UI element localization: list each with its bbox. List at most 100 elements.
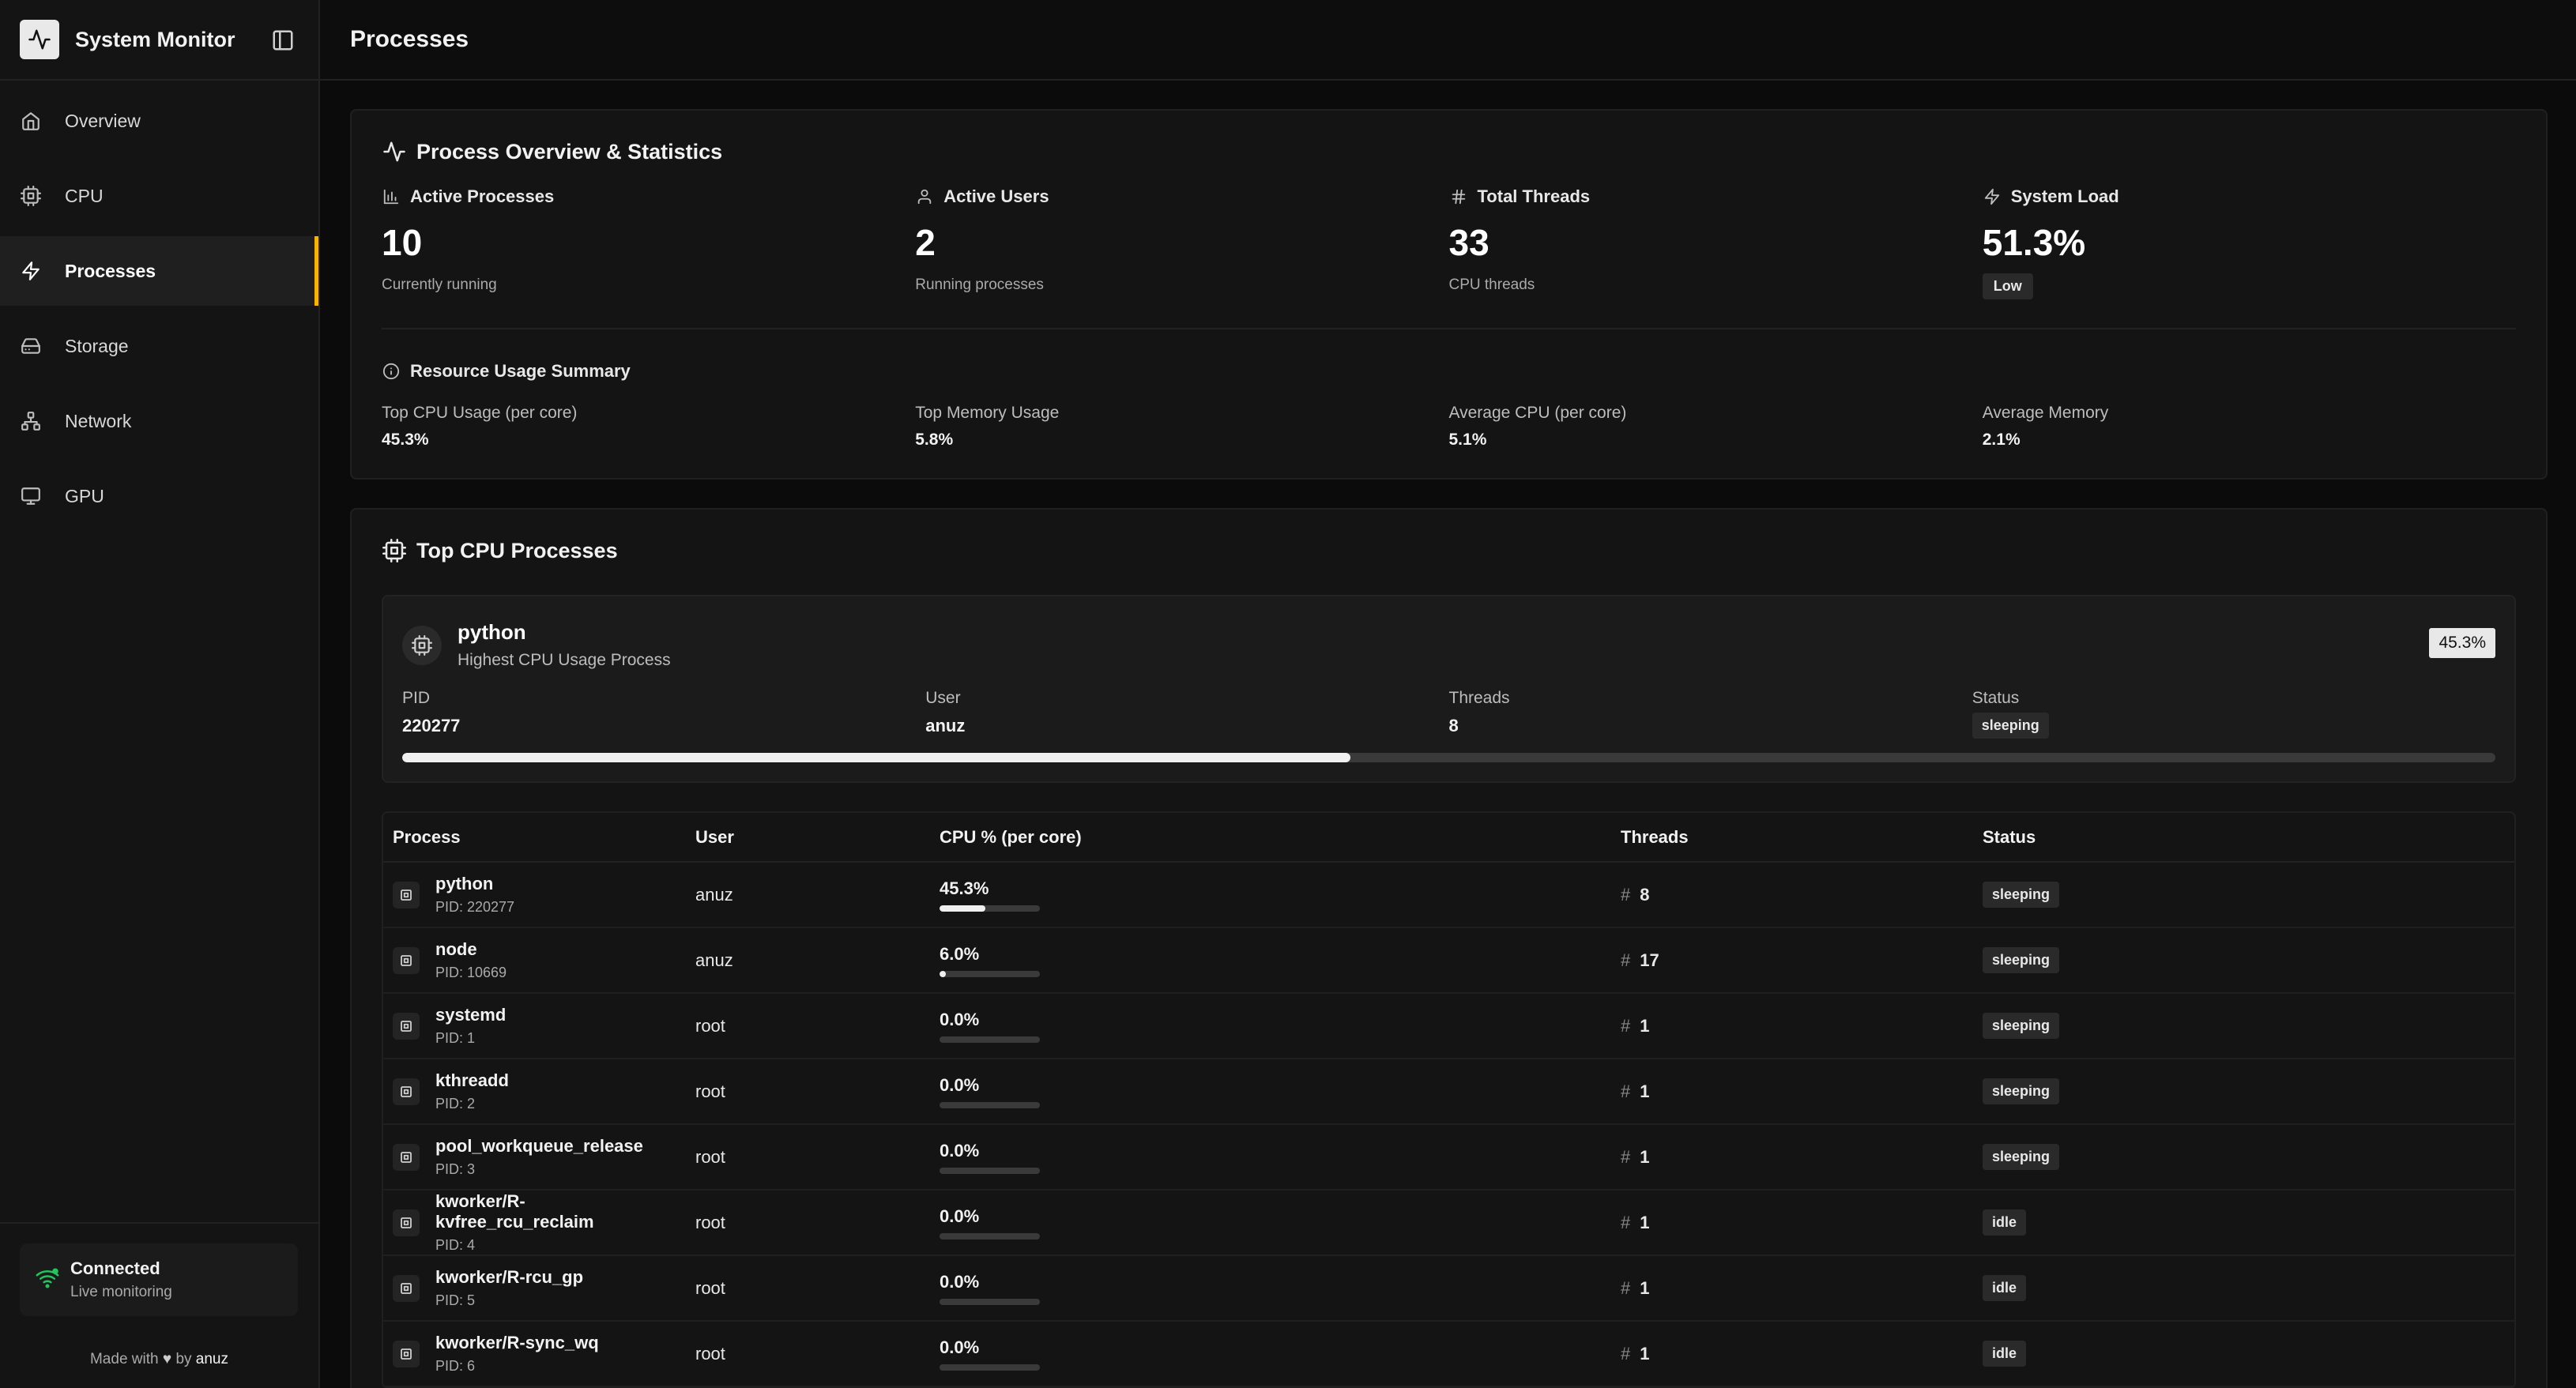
process-pid: PID: 4 [435, 1237, 476, 1253]
sidebar: System Monitor Overview CPU Processes St… [0, 0, 320, 1388]
cpu-icon [382, 538, 407, 563]
sidebar-item-cpu[interactable]: CPU [0, 161, 318, 231]
status-badge: sleeping [1972, 713, 2049, 739]
stat-sub: CPU threads [1448, 276, 1535, 293]
threads-cell: #1 [1611, 1124, 1973, 1191]
summary-value: 2.1% [1982, 431, 2021, 449]
process-pid: PID: 1 [435, 1030, 476, 1046]
status-cell: idle [1973, 1321, 2514, 1387]
top-process-cpu-badge: 45.3% [2429, 628, 2495, 658]
stat-label: Active Users [943, 186, 1049, 206]
status-badge: sleeping [1983, 1078, 2060, 1104]
threads-label: Threads [1448, 689, 1510, 707]
sidebar-item-storage[interactable]: Storage [0, 311, 318, 381]
user-cell: anuz [686, 862, 930, 928]
status-cell: idle [1973, 1190, 2514, 1256]
credit-author[interactable]: anuz [196, 1351, 228, 1367]
threads-value: 1 [1640, 1015, 1650, 1036]
made-with-credit: Made with ♥ by anuz [0, 1351, 318, 1368]
cpu-icon [393, 1078, 420, 1105]
sidebar-nav: Overview CPU Processes Storage Network G… [0, 86, 318, 531]
user-cell: root [686, 1255, 930, 1322]
user-value: anuz [925, 716, 966, 735]
cpu-bar-fill [940, 970, 946, 977]
connection-subtitle: Live monitoring [70, 1284, 172, 1300]
stat-value: 33 [1448, 222, 1489, 263]
table-row[interactable]: node PID: 10669 anuz 6.0% #17 sleeping [383, 927, 2514, 994]
status-badge: sleeping [1983, 1144, 2060, 1170]
pid-value: 220277 [402, 716, 461, 735]
cpu-cell: 0.0% [930, 1321, 1611, 1387]
stat-sub: Currently running [382, 276, 497, 293]
cpu-bar [940, 1167, 1040, 1174]
cpu-value: 0.0% [940, 1337, 980, 1357]
process-pid: PID: 220277 [435, 899, 515, 915]
sidebar-item-gpu[interactable]: GPU [0, 461, 318, 531]
sidebar-item-processes[interactable]: Processes [0, 236, 318, 306]
table-row[interactable]: systemd PID: 1 root 0.0% #1 sleeping [383, 993, 2514, 1059]
process-cell: kworker/R-sync_wq PID: 6 [383, 1321, 686, 1387]
status-badge: sleeping [1983, 1013, 2060, 1039]
stat-active-users: Active Users 2 Running processes [915, 186, 1448, 299]
column-header-threads[interactable]: Threads [1611, 813, 1973, 863]
sidebar-item-label: Network [65, 410, 132, 431]
cpu-icon [393, 881, 420, 908]
sidebar-item-network[interactable]: Network [0, 386, 318, 456]
stat-sub: Running processes [915, 276, 1044, 293]
load-badge: Low [1982, 273, 2033, 299]
table-row[interactable]: pool_workqueue_release PID: 3 root 0.0% #1 sl… [383, 1124, 2514, 1191]
threads-cell: #1 [1611, 1321, 1973, 1387]
cpu-bar [940, 1232, 1040, 1239]
cpu-icon [393, 1143, 420, 1171]
activity-icon [382, 139, 407, 164]
resource-summary: Top CPU Usage (per core) 45.3% Top Memor… [382, 404, 2516, 450]
user-cell: root [686, 1124, 930, 1191]
heart-icon: ♥ [162, 1351, 172, 1367]
sidebar-item-label: Processes [65, 260, 156, 281]
process-cell: kworker/R-rcu_gp PID: 5 [383, 1255, 686, 1322]
column-header-cpu[interactable]: CPU % (per core) [930, 813, 1611, 863]
table-row[interactable]: kthreadd PID: 2 root 0.0% #1 sleeping [383, 1059, 2514, 1125]
top-cpu-card: Top CPU Processes python Highest CPU Usa… [350, 508, 2548, 1388]
threads-cell: #17 [1611, 927, 1973, 994]
sidebar-footer: Connected Live monitoring Made with ♥ by… [0, 1222, 318, 1388]
process-pid: PID: 2 [435, 1096, 476, 1112]
cpu-value: 0.0% [940, 1009, 980, 1029]
zap-icon [1983, 187, 2002, 206]
status-cell: sleeping [1973, 862, 2514, 928]
top-process-name: python [458, 620, 526, 644]
cpu-value: 0.0% [940, 1074, 980, 1095]
cpu-icon [20, 185, 42, 207]
column-header-status[interactable]: Status [1973, 813, 2514, 863]
sidebar-item-label: Storage [65, 335, 129, 356]
table-row[interactable]: python PID: 220277 anuz 45.3% #8 sleeping [383, 862, 2514, 928]
table-row[interactable]: kworker/R-sync_wq PID: 6 root 0.0% #1 idle [383, 1321, 2514, 1387]
stat-value: 51.3% [1982, 222, 2086, 263]
top-process-description: Highest CPU Usage Process [458, 651, 671, 669]
cpu-value: 0.0% [940, 1206, 980, 1226]
column-header-process[interactable]: Process [383, 813, 686, 863]
cpu-bar [940, 970, 1040, 977]
card-title: Top CPU Processes [416, 538, 618, 562]
network-icon [20, 410, 42, 432]
top-process-highlight: python Highest CPU Usage Process 45.3% P… [382, 595, 2516, 783]
threads-value: 1 [1640, 1146, 1650, 1167]
credit-suffix: by [175, 1351, 192, 1367]
threads-value: 1 [1640, 1212, 1650, 1232]
process-cell: node PID: 10669 [383, 927, 686, 994]
cpu-value: 45.3% [940, 878, 989, 898]
stats-row: Active Processes 10 Currently running Ac… [382, 186, 2516, 329]
status-badge: idle [1983, 1341, 2027, 1367]
summary-avg-memory: Average Memory 2.1% [1983, 404, 2516, 450]
summary-avg-cpu: Average CPU (per core) 5.1% [1449, 404, 1983, 450]
sidebar-item-overview[interactable]: Overview [0, 86, 318, 156]
table-row[interactable]: kworker/R-kvfree_rcu_reclaim PID: 4 root 0.… [383, 1190, 2514, 1256]
hash-icon: # [1621, 1343, 1631, 1364]
sidebar-toggle-icon[interactable] [271, 28, 295, 52]
summary-label: Top Memory Usage [915, 404, 1060, 422]
connection-status: Connected Live monitoring [20, 1243, 298, 1316]
column-header-user[interactable]: User [686, 813, 930, 863]
cpu-cell: 45.3% [930, 862, 1611, 928]
table-row[interactable]: kworker/R-rcu_gp PID: 5 root 0.0% #1 idle [383, 1255, 2514, 1322]
summary-label: Top CPU Usage (per core) [382, 404, 578, 422]
